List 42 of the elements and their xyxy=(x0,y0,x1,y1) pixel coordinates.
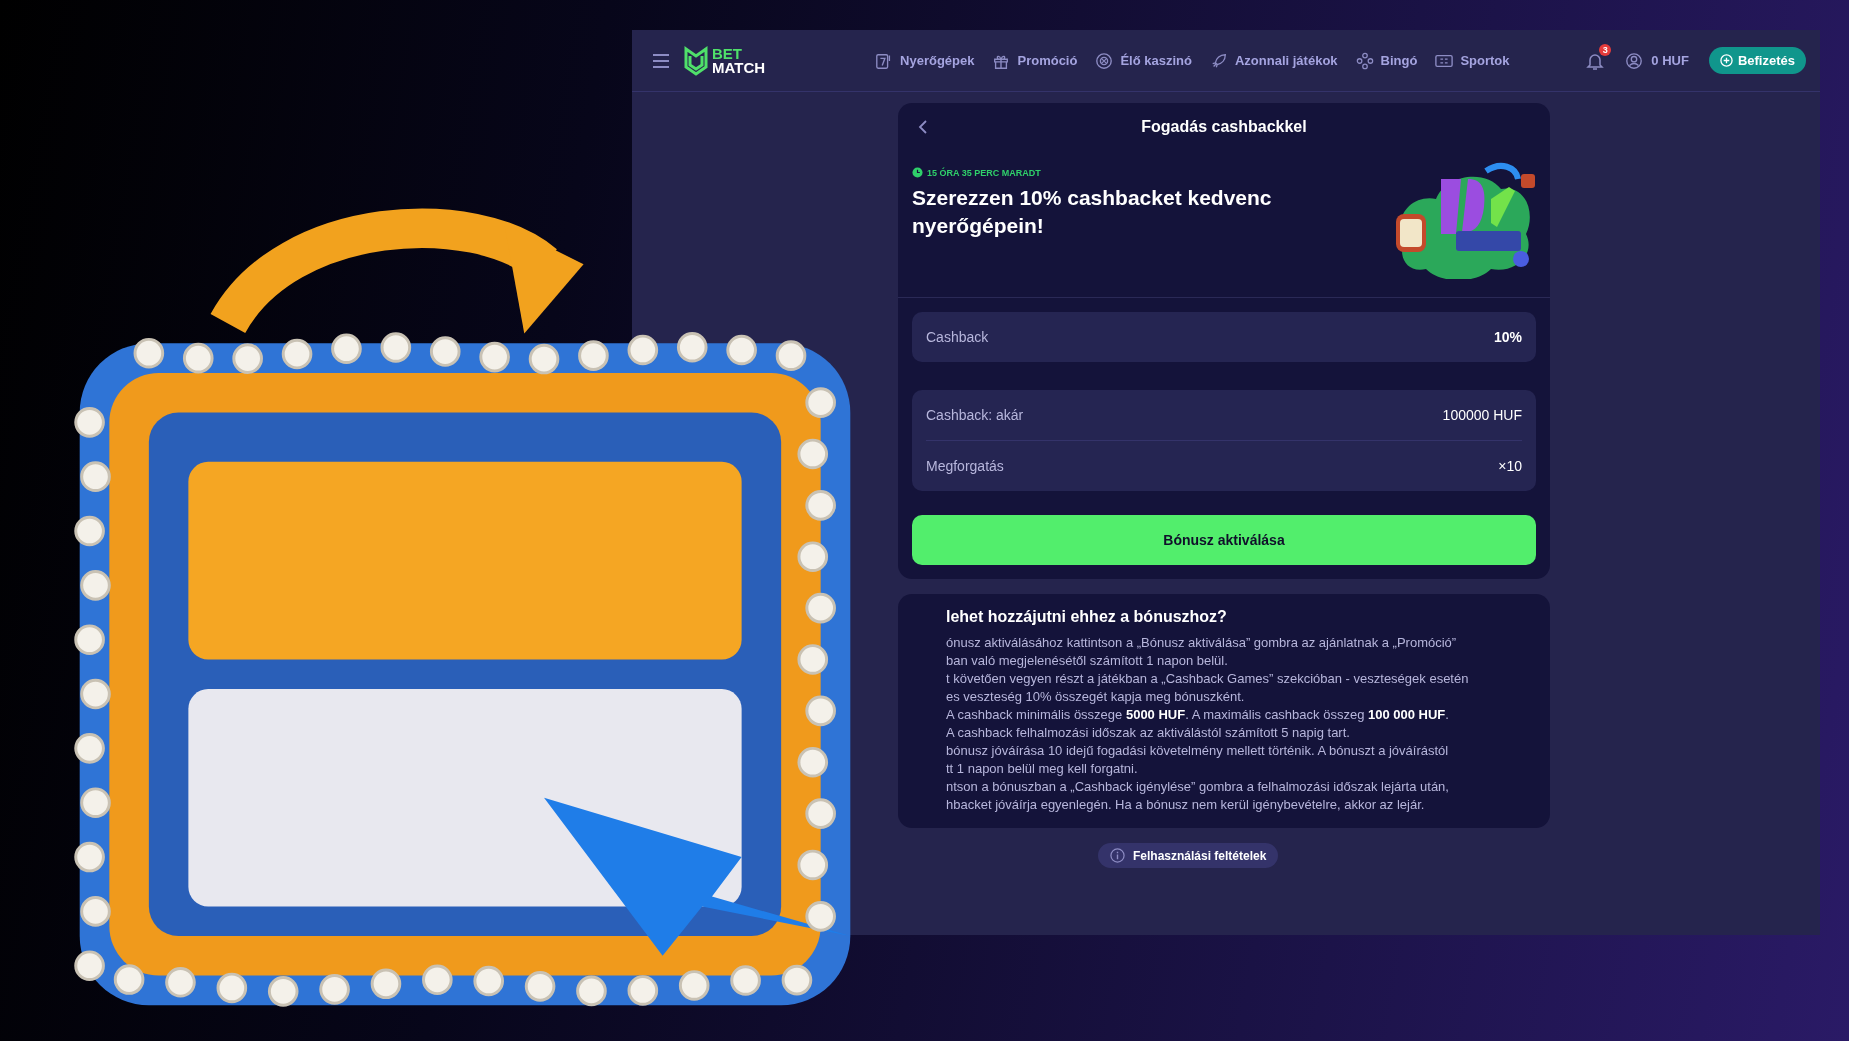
logo-text: MATCH xyxy=(712,60,766,75)
row-value: 10% xyxy=(1493,329,1522,345)
nav-link[interactable]: Promóció xyxy=(992,51,1078,70)
instruction-text: es veszteség 10% összegét kapja meg bónuszként. xyxy=(946,688,1246,706)
logo-icon[interactable] xyxy=(684,45,708,76)
deposit-button[interactable]: Befizetés xyxy=(1708,47,1806,74)
card-title: Fogadás cashbackkel xyxy=(1141,118,1307,136)
menu-icon[interactable] xyxy=(652,53,670,68)
instruction-text: t követően vegyen részt a játékban a „Cashback Games” szekcióban - veszteségek esetén xyxy=(946,670,1470,688)
instruction-text: ntson a bónuszban a „Cashback igénylése” gombra a felhalmozási időszak lejárta után, xyxy=(946,778,1450,796)
time-remaining: 15 ÓRA 35 PERC MARADT xyxy=(927,167,1041,178)
nav-link[interactable]: Élő kaszinó xyxy=(1095,51,1192,70)
instruction-text: A cashback minimális összege 5000 HUF. A maximális cashback összeg 100 000 HUF. xyxy=(946,706,1450,724)
instruction-text: bónusz jóváírása 10 idejű fogadási követelmény mellett történik. A bónuszt a jóváírástól xyxy=(946,742,1450,760)
instruction-text: hbacket jóváírja egyenlegén. Ha a bónusz nem kerül igénybevételre, akkor az lejár. xyxy=(946,796,1426,814)
nav-link[interactable]: Bingó xyxy=(1355,51,1418,70)
instruction-text: ban való megjelenésétől számított 1 napon belül. xyxy=(946,652,1229,670)
back-icon[interactable] xyxy=(918,119,928,135)
row-label: Cashback: akár xyxy=(926,407,1024,423)
user-icon xyxy=(1625,51,1644,70)
notification-count: 3 xyxy=(1599,43,1612,56)
nav-link[interactable]: Sportok xyxy=(1435,51,1510,70)
row-label: Megforgatás xyxy=(926,458,1004,474)
row-label: Cashback xyxy=(926,329,989,345)
nav-link[interactable]: Nyerőgépek xyxy=(875,51,975,70)
info-icon xyxy=(1110,848,1125,863)
dots-icon xyxy=(1355,51,1374,70)
nav-link[interactable]: Azonnali játékok xyxy=(1209,51,1338,70)
instruction-text: A cashback felhalmozási időszak az aktiválástól számított 5 napig tart. xyxy=(946,724,1351,742)
plus-icon xyxy=(1719,54,1733,67)
logo-text: BET xyxy=(712,46,743,61)
row-value: ×10 xyxy=(1498,458,1522,474)
instruction-text: ónusz aktiválásához kattintson a „Bónusz aktiválása” gombra az ajánlatnak a „Promóció” xyxy=(946,634,1458,652)
terms-button[interactable]: Felhasználási feltételek xyxy=(1098,843,1279,868)
instruction-text: tt 1 napon belül meg kell forgatni. xyxy=(946,760,1139,778)
section-heading: lehet hozzájutni ehhez a bónuszhoz? xyxy=(946,608,1228,626)
roulette-icon xyxy=(1095,51,1114,70)
row-value: 100000 HUF xyxy=(1442,407,1522,423)
activate-bonus-button[interactable]: Bónusz aktiválása xyxy=(912,515,1536,565)
clock-icon xyxy=(912,167,923,178)
bonus-headline: Szerezzen 10% cashbacket kedvenc nyerőgépein! xyxy=(912,185,1273,239)
account-balance-link[interactable]: 0 HUF xyxy=(1625,51,1689,70)
